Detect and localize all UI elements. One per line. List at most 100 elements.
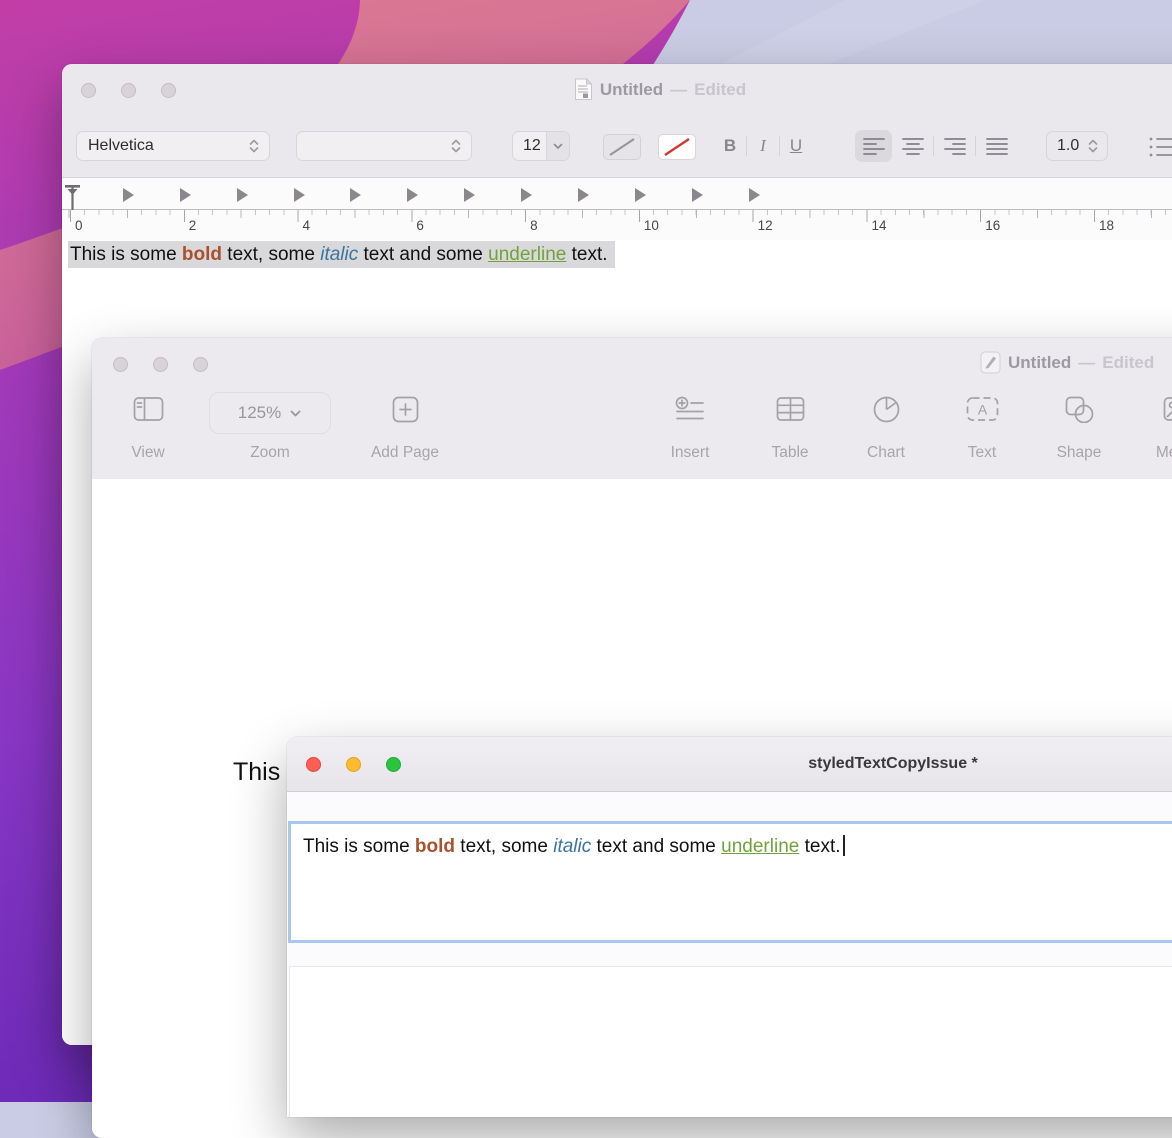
red-diagonal-icon [659,135,695,159]
align-justify-button[interactable] [978,130,1015,162]
media-icon [1163,396,1172,422]
close-button[interactable] [113,357,128,372]
ruler-number: 4 [303,218,311,233]
line-spacing-value: 1.0 [1057,137,1079,155]
chevron-down-icon [546,132,569,160]
underline-button[interactable]: U [780,136,812,156]
pages-title: Untitled — Edited [980,351,1154,374]
tab-stop-marker[interactable] [464,188,475,202]
styled-text-editor[interactable]: This is some bold text, some italic text… [288,821,1172,943]
styled-bold-word: bold [182,244,222,265]
title-status: Edited [694,80,746,100]
stepper-icon [247,136,261,156]
secondary-text-panel[interactable] [289,966,1172,1117]
media-button[interactable] [1163,396,1172,422]
view-button[interactable] [133,396,164,422]
ruler-number: 0 [75,218,83,233]
style-button-group: B I U [714,131,812,161]
pages-document-icon [980,351,1001,374]
text-box-icon: A [966,396,999,422]
title-status: Edited [1102,353,1154,373]
add-page-button[interactable] [392,396,419,423]
selected-text-line[interactable]: This is some bold text, some italic text… [68,241,615,268]
desktop: { "desktop": { "wallpaper_colors": { "ma… [0,0,1172,1102]
add-page-icon [392,396,419,423]
zoom-dropdown[interactable]: 125% [209,392,331,434]
insert-button[interactable] [675,396,705,423]
tab-stop-marker[interactable] [692,188,703,202]
background-color-well[interactable] [658,134,696,160]
text-color-well[interactable] [603,134,641,160]
styled-bold-word: bold [415,836,455,857]
ruler-number: 18 [1099,218,1114,233]
italic-button[interactable]: I [747,136,779,156]
list-style-button[interactable] [1148,135,1172,159]
tab-stop-marker[interactable] [749,188,760,202]
ruler-number: 14 [871,218,886,233]
pie-chart-icon [873,396,900,423]
align-center-button[interactable] [894,130,931,162]
align-center-icon [901,136,925,156]
font-size-value: 12 [513,137,546,155]
plain-text: text, some [222,244,320,265]
chart-button[interactable] [873,396,900,423]
align-right-icon [943,136,967,156]
textedit-titlebar: Untitled — Edited [62,64,1172,115]
window-title-text: Untitled [600,80,663,100]
tab-stop-marker[interactable] [237,188,248,202]
issue-window-title: styledTextCopyIssue * [287,737,1172,791]
font-family-select[interactable]: Helvetica [76,131,270,161]
zoom-label: Zoom [215,444,325,462]
plain-text: This is some [70,244,182,265]
align-right-button[interactable] [936,130,973,162]
ruler: 024681012141618 [62,178,1172,240]
line-spacing-control[interactable]: 1.0 [1046,131,1108,161]
title-dash: — [670,80,687,100]
text-label: Text [927,444,1037,462]
tab-stop-marker[interactable] [578,188,589,202]
styled-underline-word: underline [721,836,799,857]
plain-text: text and some [358,244,488,265]
align-left-button[interactable] [855,130,892,162]
alignment-group [855,129,1015,163]
stepper-icon [1086,136,1100,156]
no-color-diagonal-icon [604,135,640,159]
plain-text: text. [566,244,607,265]
zoom-value: 125% [238,403,281,423]
tab-stop-marker[interactable] [350,188,361,202]
tab-stop-marker[interactable] [521,188,532,202]
issue-titlebar: styledTextCopyIssue * [287,737,1172,792]
divider [975,136,976,156]
editor-text-line: This is some bold text, some italic text… [291,824,1172,858]
chevron-down-icon [289,409,302,418]
plain-text: text and some [591,836,721,857]
plain-text: This is some [303,836,415,857]
tab-stop-marker[interactable] [123,188,134,202]
styled-italic-word: italic [553,836,591,857]
tab-stop-marker[interactable] [180,188,191,202]
textedit-title: Untitled — Edited [62,64,1172,115]
tab-stop-marker[interactable] [635,188,646,202]
shape-icon [1065,396,1094,423]
font-family-value: Helvetica [88,137,247,155]
zoom-button[interactable] [193,357,208,372]
text-button[interactable]: A [966,396,999,422]
divider [933,136,934,156]
table-label: Table [735,444,845,462]
ruler-number: 6 [416,218,424,233]
ruler-number: 16 [985,218,1000,233]
textedit-format-bar: Helvetica 12 B I U [62,115,1172,178]
bold-button[interactable]: B [714,136,746,156]
document-icon [574,78,593,101]
tab-stop-marker[interactable] [407,188,418,202]
minimize-button[interactable] [153,357,168,372]
pages-titlebar: Untitled — Edited View 125% Zoom Add Pag… [92,338,1172,480]
font-style-select[interactable] [296,131,472,161]
add-page-label: Add Page [350,444,460,462]
font-size-select[interactable]: 12 [512,131,570,161]
shape-button[interactable] [1065,396,1094,423]
table-button[interactable] [776,396,805,422]
tab-stop-marker[interactable] [294,188,305,202]
media-label: Media [1122,444,1172,462]
indent-marker-icon[interactable] [64,184,82,210]
